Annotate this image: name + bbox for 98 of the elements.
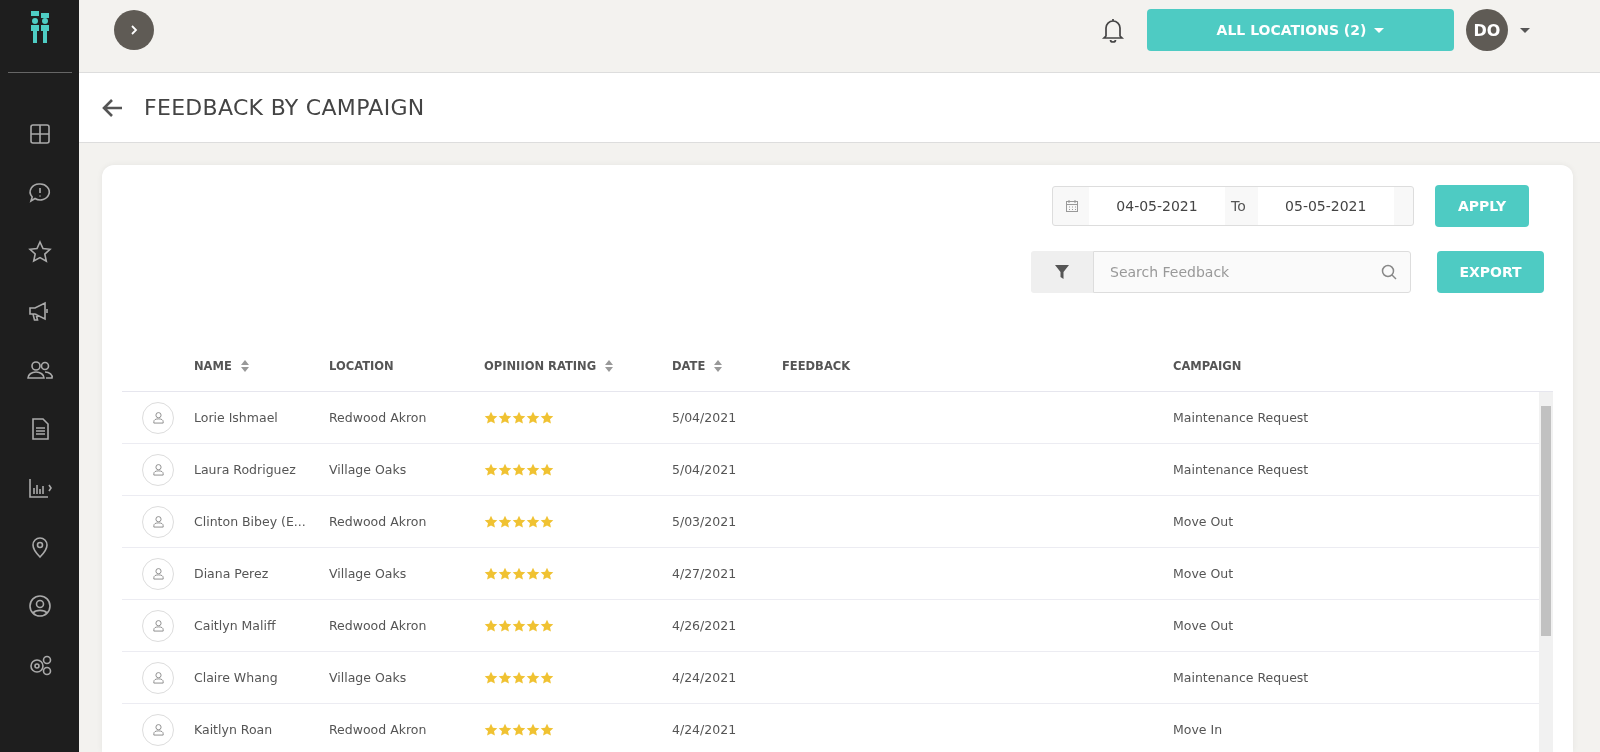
date-cell: 4/26/2021: [672, 618, 737, 633]
star-icon: [484, 410, 498, 425]
name-cell: Claire Whang: [194, 670, 278, 685]
location-cell: Redwood Akron: [329, 618, 427, 633]
campaign-cell: Maintenance Request: [1173, 670, 1309, 685]
filter-icon: [1054, 264, 1070, 280]
campaign-cell: Maintenance Request: [1173, 462, 1309, 477]
table-row[interactable]: Diana Perez Village Oaks 4/27/2021 Move Out: [122, 548, 1539, 600]
caret-icon: [1374, 27, 1385, 33]
star-icon: [540, 410, 554, 425]
date-cell: 5/03/2021: [672, 514, 737, 529]
star-icon: [512, 514, 526, 529]
expand-button[interactable]: [114, 10, 154, 50]
table-row[interactable]: Claire Whang Village Oaks 4/24/2021 Maintenance Request: [122, 652, 1539, 704]
campaign-cell: Move Out: [1173, 566, 1234, 581]
search-icon[interactable]: [1381, 264, 1397, 280]
star-icon: [498, 462, 512, 477]
campaign-cell: Move Out: [1173, 618, 1234, 633]
star-icon: [512, 410, 526, 425]
page-title: FEEDBACK BY CAMPAIGN: [144, 95, 425, 120]
column-header[interactable]: DATE: [672, 359, 706, 373]
location-cell: Village Oaks: [329, 566, 407, 581]
sort-icon[interactable]: [713, 359, 724, 373]
location-cell: Redwood Akron: [329, 722, 427, 737]
name-cell: Diana Perez: [194, 566, 269, 581]
location-cell: Redwood Akron: [329, 410, 427, 425]
star-icon: [512, 670, 526, 685]
name-cell: Kaitlyn Roan: [194, 722, 273, 737]
campaign-cell: Move Out: [1173, 514, 1234, 529]
table-row[interactable]: Laura Rodriguez Village Oaks 5/04/2021 Maintenance Request: [122, 444, 1539, 496]
column-header: FEEDBACK: [782, 359, 851, 373]
star-icon: [484, 670, 498, 685]
column-header: LOCATION: [329, 359, 394, 373]
name-cell: Laura Rodriguez: [194, 462, 296, 477]
location-cell: Redwood Akron: [329, 514, 427, 529]
star-icon: [526, 514, 540, 529]
date-cell: 5/04/2021: [672, 462, 737, 477]
star-icon: [526, 566, 540, 581]
star-icon: [526, 670, 540, 685]
name-cell: Lorie Ishmael: [194, 410, 278, 425]
campaign-cell: Maintenance Request: [1173, 410, 1309, 425]
column-header: CAMPAIGN: [1173, 359, 1242, 373]
star-icon: [540, 514, 554, 529]
name-cell: Clinton Bibey (E...: [194, 514, 306, 529]
star-icon: [540, 566, 554, 581]
date-range-field[interactable]: 04-05-2021 To 05-05-2021: [1052, 186, 1414, 226]
location-cell: Village Oaks: [329, 462, 407, 477]
caret-icon[interactable]: [1520, 27, 1530, 33]
scrollbar-thumb[interactable]: [1541, 406, 1551, 636]
name-cell: Caitlyn Maliff: [194, 618, 276, 633]
star-icon: [498, 514, 512, 529]
star-icon: [484, 618, 498, 633]
star-icon: [526, 722, 540, 737]
chevron-right-icon: [128, 24, 140, 36]
star-icon: [526, 410, 540, 425]
date-cell: 4/27/2021: [672, 566, 737, 581]
sort-icon[interactable]: [604, 359, 615, 373]
location-cell: Village Oaks: [329, 670, 407, 685]
star-icon: [484, 722, 498, 737]
star-icon: [540, 618, 554, 633]
start-date-field[interactable]: 04-05-2021: [1089, 187, 1225, 225]
search-field[interactable]: Search Feedback: [1093, 251, 1411, 293]
star-icon: [498, 618, 512, 633]
back-arrow-icon[interactable]: [101, 97, 123, 118]
user-avatar[interactable]: DO: [1466, 9, 1508, 51]
calendar-icon: [1065, 199, 1079, 213]
star-icon: [498, 566, 512, 581]
table-row[interactable]: Clinton Bibey (E... Redwood Akron 5/03/2021 Move Out: [122, 496, 1539, 548]
date-separator: To: [1231, 198, 1246, 214]
scrollbar[interactable]: [1539, 392, 1553, 752]
table-row[interactable]: Lorie Ishmael Redwood Akron 5/04/2021 Maintenance Request: [122, 392, 1539, 444]
column-header[interactable]: NAME: [194, 359, 232, 373]
star-icon: [526, 618, 540, 633]
star-icon: [484, 514, 498, 529]
star-icon: [498, 410, 512, 425]
date-cell: 5/04/2021: [672, 410, 737, 425]
star-icon: [498, 670, 512, 685]
date-cell: 4/24/2021: [672, 670, 737, 685]
star-icon: [512, 462, 526, 477]
column-header[interactable]: OPINIION RATING: [484, 359, 597, 373]
star-icon: [526, 462, 540, 477]
campaign-cell: Move In: [1173, 722, 1223, 737]
filter-button[interactable]: [1031, 251, 1093, 293]
star-icon: [484, 462, 498, 477]
bell-icon[interactable]: [1101, 17, 1125, 43]
star-icon: [484, 566, 498, 581]
star-icon: [512, 566, 526, 581]
star-icon: [512, 722, 526, 737]
star-icon: [540, 722, 554, 737]
sort-icon[interactable]: [239, 359, 250, 373]
star-icon: [540, 670, 554, 685]
star-icon: [498, 722, 512, 737]
end-date-field[interactable]: 05-05-2021: [1257, 187, 1394, 225]
star-icon: [512, 618, 526, 633]
logo-icon: [28, 11, 51, 43]
table-row[interactable]: Caitlyn Maliff Redwood Akron 4/26/2021 Move Out: [122, 600, 1539, 652]
star-icon: [540, 462, 554, 477]
date-cell: 4/24/2021: [672, 722, 737, 737]
